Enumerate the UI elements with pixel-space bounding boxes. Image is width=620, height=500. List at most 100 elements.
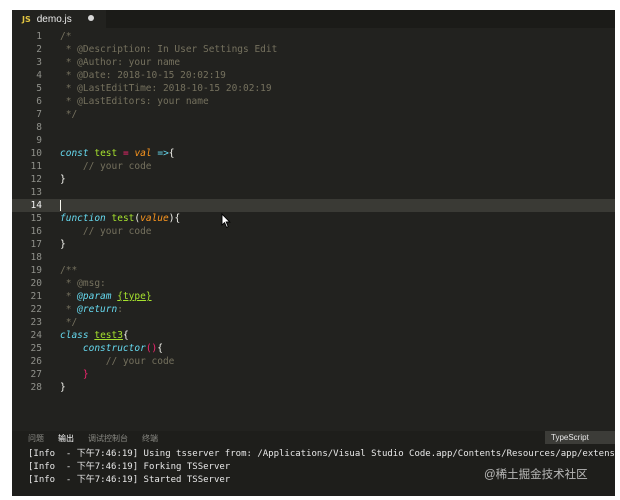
comment-text: * @LastEditors: your name [60,96,209,107]
keyword: class [60,330,89,341]
comment-text: */ [60,317,78,328]
tab-demo-js[interactable]: JS demo.js [12,10,106,28]
code-line: 24 class test3{ [12,329,615,342]
tab-filename: demo.js [36,13,72,25]
line-number: 19 [30,265,42,276]
editor-tab-bar: JS demo.js [12,10,615,28]
code-line: 18 [12,251,615,264]
line-number: 10 [30,148,42,159]
keyword: function [60,213,106,224]
line-number: 2 [36,44,42,55]
comment-text: * @Author: your name [60,57,181,68]
code-line: 1 /* [12,30,615,43]
javascript-file-icon: JS [22,14,31,24]
line-number: 9 [36,135,42,146]
identifier: test [111,213,135,224]
parameter: val [134,148,152,159]
parameter: value [140,213,169,224]
line-number: 27 [30,369,42,380]
line-number: 3 [36,57,42,68]
comment-text: * [60,304,78,315]
code-line: 10 const test = val =>{ [12,147,615,160]
code-line: 25 constructor(){ [12,342,615,355]
line-number: 7 [36,109,42,120]
code-line: 19 /** [12,264,615,277]
line-number: 13 [30,187,42,198]
brace: { [168,148,175,159]
comment-text: * @msg: [60,278,106,289]
code-line: 3 * @Author: your name [12,56,615,69]
watermark-text: @稀土掘金技术社区 [484,469,588,481]
log-line: [Info - 下午7:46:19] Using tsserver from: … [28,449,615,459]
line-number: 5 [36,83,42,94]
comment-text: */ [60,109,78,120]
method-name: constructor [82,343,146,354]
line-number: 6 [36,96,42,107]
code-line: 15 function test(value){ [12,212,615,225]
class-name: test3 [94,330,123,341]
comment-text: /* [60,31,72,42]
tab-debug-console[interactable]: 调试控制台 [88,433,128,444]
line-number: 15 [30,213,42,224]
code-line: 9 [12,134,615,147]
code-line: 12} [12,173,615,186]
keyword: const [60,148,89,159]
comment-text: * @Description: In User Settings Edit [60,44,278,55]
comment-text: * @LastEditTime: 2018-10-15 20:02:19 [60,83,272,94]
tab-terminal[interactable]: 终端 [142,433,158,444]
comment-text: // your code [60,226,152,237]
comment-text: * @Date: 2018-10-15 20:02:19 [60,70,226,81]
line-number: 11 [30,161,42,172]
line-number: 28 [30,382,42,393]
line-number: 4 [36,70,42,81]
code-line: 26 // your code [12,355,615,368]
line-number: 16 [30,226,42,237]
code-line: 13 [12,186,615,199]
code-line: 22 * @return: [12,303,615,316]
line-number: 21 [30,291,42,302]
line-number: 8 [36,122,42,133]
code-line: 17} [12,238,615,251]
line-number: 14 [30,200,42,211]
mouse-pointer-icon [221,213,231,228]
tab-output[interactable]: 输出 [58,433,74,444]
comment-text: /** [60,265,78,276]
code-line: 21 * @param {type} [12,290,615,303]
output-channel-select[interactable]: TypeScript [545,431,615,444]
line-number: 17 [30,239,42,250]
paren: ){ [168,213,181,224]
code-line: 8 [12,121,615,134]
brace: { [157,343,163,354]
unsaved-dot-icon[interactable] [88,15,94,21]
code-line: 7 */ [12,108,615,121]
code-line: 20 * @msg: [12,277,615,290]
identifier: test [94,148,118,159]
code-line: 5 * @LastEditTime: 2018-10-15 20:02:19 [12,82,615,95]
line-number: 1 [36,31,42,42]
code-line: 2 * @Description: In User Settings Edit [12,43,615,56]
brace: } [60,174,66,185]
comment-text: // your code [60,356,175,367]
line-number: 24 [30,330,42,341]
brace: } [60,239,66,250]
arrow-operator: => [157,148,169,159]
jsdoc-type: {type} [117,291,152,302]
code-line: 11 // your code [12,160,615,173]
panel-tab-bar: 问题 输出 调试控制台 终端 TypeScript [12,431,615,446]
operator: = [122,148,129,159]
line-number: 20 [30,278,42,289]
code-line: 6 * @LastEditors: your name [12,95,615,108]
code-line: 16 // your code [12,225,615,238]
code-line: 28} [12,381,615,394]
comment-text: : [117,304,123,315]
code-line: 4 * @Date: 2018-10-15 20:02:19 [12,69,615,82]
current-line: 14 [12,199,615,212]
tab-problems[interactable]: 问题 [28,433,44,444]
comment-text: * [60,291,78,302]
vscode-window: JS demo.js 1 /* 2 * @Description: In User… [12,10,615,496]
line-number: 18 [30,252,42,263]
code-editor[interactable]: 1 /* 2 * @Description: In User Settings E… [12,30,615,430]
comment-text: // your code [60,161,152,172]
text-cursor [60,200,61,211]
jsdoc-tag: @param [77,291,112,302]
